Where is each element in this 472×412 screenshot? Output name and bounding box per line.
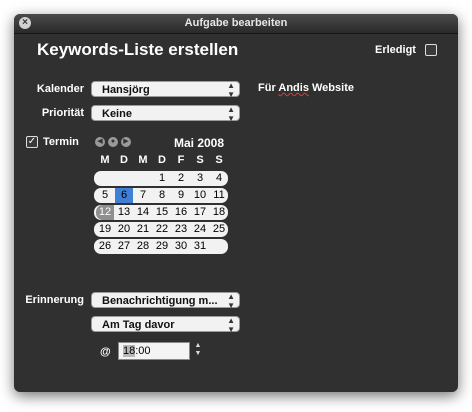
calendar-day[interactable]: 18 — [210, 205, 228, 220]
calendar-day[interactable]: 22 — [153, 222, 171, 237]
reminder-time-field[interactable]: 18:00 — [118, 342, 190, 360]
arrow-left-icon[interactable]: ◀ — [95, 137, 105, 147]
calendar-day[interactable]: 19 — [96, 222, 114, 237]
calendar-day[interactable]: 10 — [191, 188, 209, 203]
reminder-type-popup[interactable]: Benachrichtigung m... ▲ ▼ — [91, 292, 240, 310]
note-misspelled-word: Andis — [278, 82, 309, 94]
time-hour: 18 — [123, 345, 136, 357]
calendar-day[interactable]: 25 — [210, 222, 228, 237]
updown-arrows-icon: ▲ ▼ — [227, 292, 235, 310]
calendar-day[interactable]: 13 — [115, 205, 133, 220]
weekday-label: D — [120, 154, 128, 166]
weekday-label: F — [177, 154, 185, 166]
time-rest: :00 — [135, 345, 151, 357]
calendar-day[interactable]: 30 — [172, 239, 190, 254]
calendar-day[interactable]: 7 — [134, 188, 152, 203]
note-suffix: Website — [308, 82, 354, 94]
calendar-popup[interactable]: Hansjörg ▲ ▼ — [91, 81, 240, 99]
calendar-day[interactable]: 14 — [134, 205, 152, 220]
calendar-day[interactable]: 12 — [96, 205, 114, 220]
calendar-day[interactable]: 6 — [115, 188, 133, 203]
done-checkbox[interactable] — [425, 44, 437, 56]
calendar-day[interactable]: 21 — [134, 222, 152, 237]
note-text[interactable]: Für Andis Website — [258, 82, 354, 94]
calendar-day[interactable]: 20 — [115, 222, 133, 237]
due-label: Termin — [43, 136, 79, 148]
calendar-day[interactable]: 28 — [134, 239, 152, 254]
weekday-label: S — [215, 154, 223, 166]
task-title[interactable]: Keywords-Liste erstellen — [37, 40, 238, 60]
weekday-label: M — [100, 154, 110, 166]
weekday-label: S — [196, 154, 204, 166]
updown-arrows-icon: ▲ ▼ — [227, 316, 235, 334]
calendar-day[interactable]: 17 — [191, 205, 209, 220]
priority-popup[interactable]: Keine ▲ ▼ — [91, 105, 240, 123]
edit-task-window: × Aufgabe bearbeiten Keywords-Liste erst… — [14, 14, 458, 392]
calendar-day[interactable]: 1 — [153, 171, 171, 186]
weekday-label: D — [158, 154, 166, 166]
calendar-day[interactable]: 15 — [153, 205, 171, 220]
calendar-day[interactable]: 23 — [172, 222, 190, 237]
calendar-day[interactable]: 24 — [191, 222, 209, 237]
updown-arrows-icon: ▲ ▼ — [227, 105, 235, 123]
window-title: Aufgabe bearbeiten — [184, 17, 288, 29]
calendar-day[interactable]: 3 — [191, 171, 209, 186]
note-prefix: Für — [258, 82, 279, 94]
circle-icon[interactable]: ● — [108, 137, 118, 147]
calendar-day[interactable]: 26 — [96, 239, 114, 254]
weekday-label: M — [138, 154, 148, 166]
reminder-when-popup[interactable]: Am Tag davor ▲ ▼ — [91, 316, 240, 334]
calendar-day[interactable]: 11 — [210, 188, 228, 203]
calendar-day[interactable]: 16 — [172, 205, 190, 220]
arrow-right-icon[interactable]: ▶ — [121, 137, 131, 147]
done-label: Erledigt — [375, 44, 416, 56]
calendar-day[interactable]: 9 — [172, 188, 190, 203]
calendar-day[interactable]: 31 — [191, 239, 209, 254]
at-label: @ — [100, 346, 111, 358]
due-checkbox[interactable]: ✓ — [26, 136, 38, 148]
calendar-day[interactable]: 4 — [210, 171, 228, 186]
reminder-label: Erinnerung — [25, 294, 84, 306]
calendar-label: Kalender — [36, 83, 84, 95]
title-bar: × Aufgabe bearbeiten — [14, 14, 458, 34]
priority-label: Priorität — [41, 107, 84, 119]
calendar-day[interactable]: 2 — [172, 171, 190, 186]
reminder-type-value: Benachrichtigung m... — [102, 295, 218, 307]
updown-arrows-icon: ▲ ▼ — [227, 81, 235, 99]
calendar-day[interactable]: 29 — [153, 239, 171, 254]
calendar-month-label: Mai 2008 — [174, 136, 225, 150]
calendar-day[interactable]: 27 — [115, 239, 133, 254]
priority-popup-value: Keine — [102, 108, 132, 120]
time-stepper[interactable]: ▲ ▼ — [194, 342, 202, 358]
reminder-when-value: Am Tag davor — [102, 319, 175, 331]
calendar-popup-value: Hansjörg — [102, 84, 150, 96]
calendar-day[interactable]: 5 — [96, 188, 114, 203]
calendar-day[interactable]: 8 — [153, 188, 171, 203]
